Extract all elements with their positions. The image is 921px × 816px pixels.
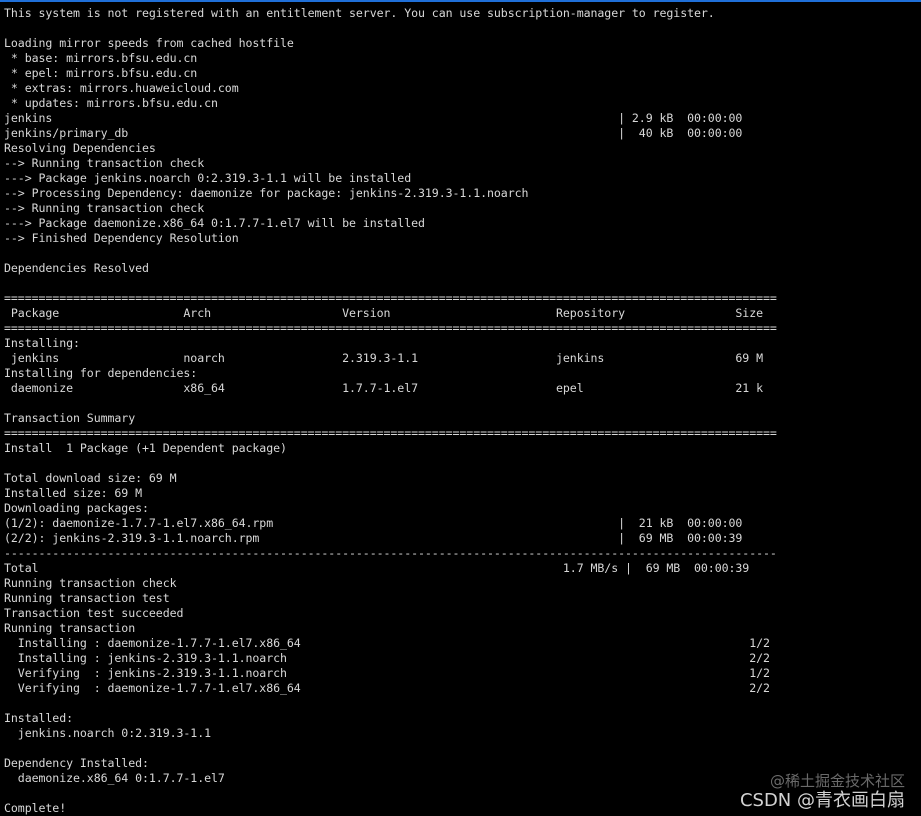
terminal-line: Running transaction test <box>4 591 170 605</box>
terminal-line: --> Running transaction check <box>4 201 205 215</box>
terminal-line: --> Running transaction check <box>4 156 205 170</box>
terminal-separator: ========================================… <box>4 321 777 335</box>
package-table-header: Package Arch Version Repository Size <box>4 306 764 320</box>
transaction-step-row: Installing : daemonize-1.7.7-1.el7.x86_6… <box>4 636 770 650</box>
terminal-output[interactable]: This system is not registered with an en… <box>4 6 921 816</box>
download-row: (2/2): jenkins-2.319.3-1.1.noarch.rpm | … <box>4 531 743 545</box>
terminal-line: Installing: <box>4 336 80 350</box>
terminal-line: Running transaction <box>4 621 136 635</box>
package-table-row: jenkins noarch 2.319.3-1.1 jenkins 69 M <box>4 351 764 365</box>
terminal-line: Installed: <box>4 711 74 725</box>
terminal-line: ---> Package daemonize.x86_64 0:1.7.7-1.… <box>4 216 425 230</box>
terminal-line: * extras: mirrors.huaweicloud.com <box>4 81 239 95</box>
terminal-line: ---> Package jenkins.noarch 0:2.319.3-1.… <box>4 171 412 185</box>
terminal-line: Installed size: 69 M <box>4 486 143 500</box>
terminal-line: Loading mirror speeds from cached hostfi… <box>4 36 294 50</box>
terminal-line: --> Finished Dependency Resolution <box>4 231 239 245</box>
terminal-line: --> Processing Dependency: daemonize for… <box>4 186 529 200</box>
transaction-step-row: Installing : jenkins-2.319.3-1.1.noarch … <box>4 651 770 665</box>
terminal-line: jenkins | 2.9 kB 00:00:00 <box>4 111 743 125</box>
terminal-line: jenkins/primary_db | 40 kB 00:00:00 <box>4 126 743 140</box>
terminal-separator: ========================================… <box>4 291 777 305</box>
terminal-line: Installing for dependencies: <box>4 366 198 380</box>
terminal-line: Transaction test succeeded <box>4 606 184 620</box>
terminal-line: Dependency Installed: <box>4 756 149 770</box>
terminal-line: Dependencies Resolved <box>4 261 149 275</box>
terminal-line: daemonize.x86_64 0:1.7.7-1.el7 <box>4 771 225 785</box>
terminal-line: Transaction Summary <box>4 411 136 425</box>
download-row: (1/2): daemonize-1.7.7-1.el7.x86_64.rpm … <box>4 516 743 530</box>
package-table-row: daemonize x86_64 1.7.7-1.el7 epel 21 k <box>4 381 764 395</box>
terminal-line: * epel: mirrors.bfsu.edu.cn <box>4 66 198 80</box>
terminal-line: This system is not registered with an en… <box>4 6 715 20</box>
window-top-border <box>0 0 921 2</box>
terminal-line: Complete! <box>4 801 67 815</box>
terminal-line: * base: mirrors.bfsu.edu.cn <box>4 51 198 65</box>
terminal-line: * updates: mirrors.bfsu.edu.cn <box>4 96 218 110</box>
transaction-step-row: Verifying : jenkins-2.319.3-1.1.noarch 1… <box>4 666 770 680</box>
download-total-row: Total 1.7 MB/s | 69 MB 00:00:39 <box>4 561 750 575</box>
terminal-line: Resolving Dependencies <box>4 141 156 155</box>
terminal-line: jenkins.noarch 0:2.319.3-1.1 <box>4 726 212 740</box>
terminal-line: Install 1 Package (+1 Dependent package) <box>4 441 287 455</box>
terminal-line: Running transaction check <box>4 576 177 590</box>
terminal-line: Downloading packages: <box>4 501 149 515</box>
terminal-line: Total download size: 69 M <box>4 471 177 485</box>
terminal-separator: ========================================… <box>4 426 777 440</box>
transaction-step-row: Verifying : daemonize-1.7.7-1.el7.x86_64… <box>4 681 770 695</box>
terminal-separator: ----------------------------------------… <box>4 546 777 560</box>
